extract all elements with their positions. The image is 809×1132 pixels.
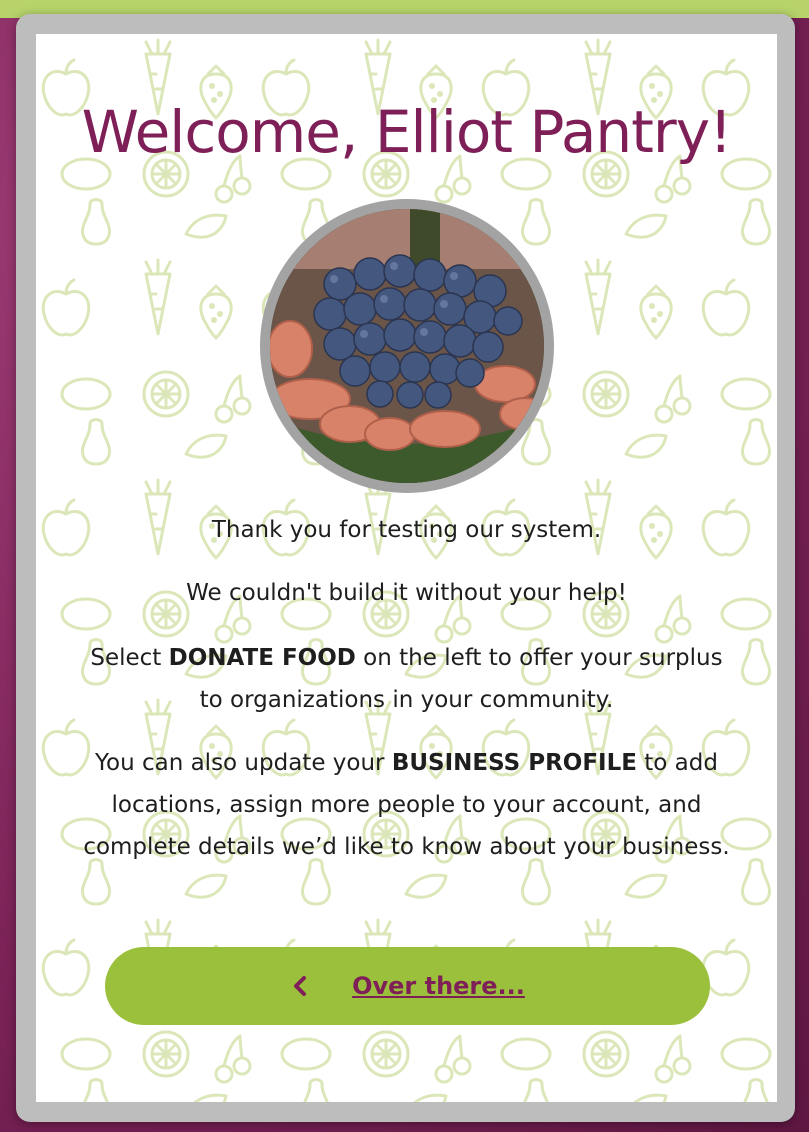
help-text: We couldn't build it without your help! [186,580,627,606]
over-there-label: Over there... [352,972,525,1000]
profile-instruction-text: You can also update your BUSINESS PROFIL… [83,750,730,860]
donate-instruction-text: Select DONATE FOOD on the left to offer … [90,645,723,713]
over-there-button[interactable]: Over there... [105,947,710,1025]
business-profile-emphasis: BUSINESS PROFILE [391,750,637,776]
modal-body: Welcome, Elliot Pantry! Thank you for te… [36,34,777,1102]
donate-food-emphasis: DONATE FOOD [168,645,356,671]
thank-you-text: Thank you for testing our system. [211,517,602,543]
chevron-left-icon [294,976,307,996]
welcome-modal: Welcome, Elliot Pantry! Thank you for te… [16,14,795,1122]
page-title: Welcome, Elliot Pantry! [81,98,733,166]
avatar-frame [260,199,554,493]
grapes-in-hands-photo [270,209,544,483]
